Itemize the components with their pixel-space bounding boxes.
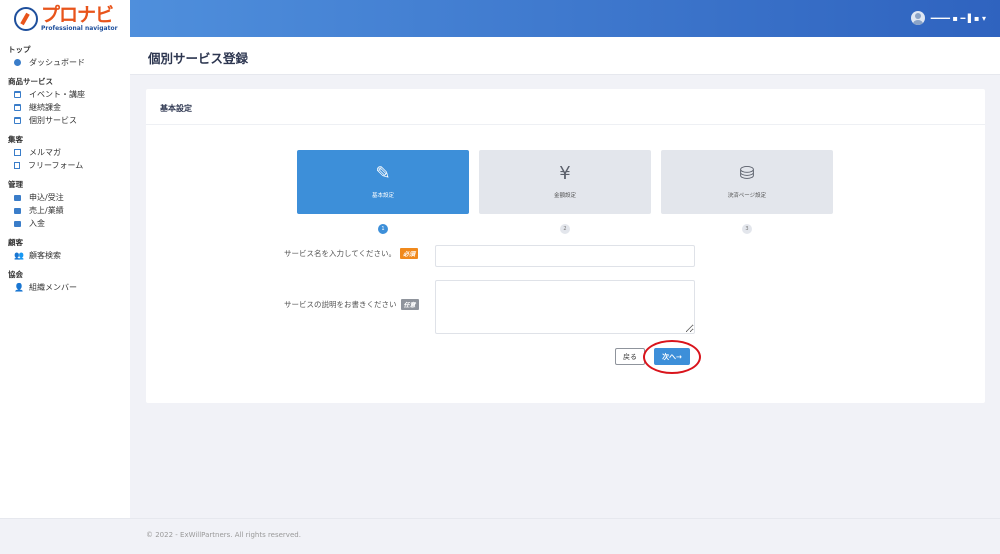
service-description-label: サービスの説明をお書きください 任意 <box>284 299 419 310</box>
sidebar-item-label: 入金 <box>29 219 45 228</box>
sidebar-item-members[interactable]: 👤 組織メンバー <box>0 281 130 294</box>
page-title: 個別サービス登録 <box>148 51 249 66</box>
edit-icon: ✎ <box>375 163 391 184</box>
nav-heading: トップ <box>8 45 31 54</box>
step-indicator-1: 1 <box>378 224 388 234</box>
step-label: 基本設定 <box>371 193 394 199</box>
sidebar-item-label: メルマガ <box>29 148 61 157</box>
sidebar-item-newsletter[interactable]: メルマガ <box>0 146 130 159</box>
users-icon: 👥 <box>14 251 24 260</box>
service-name-label: サービス名を入力してください。 必須 <box>284 248 419 259</box>
top-bar: ━━━━ ▪ ━ ▌▪ ▾ <box>130 0 1000 37</box>
user-menu[interactable]: ━━━━ ▪ ━ ▌▪ ▾ <box>910 11 986 25</box>
nav-heading: 管理 <box>8 180 23 189</box>
nav-section-management: 管理 申込/受注 売上/業績 入金 <box>0 179 130 230</box>
sidebar-item-events[interactable]: イベント・講座 <box>0 88 130 101</box>
briefcase-icon <box>14 194 21 201</box>
nav-heading: 集客 <box>8 135 23 144</box>
nav-section-customers: 顧客 👥 顧客検索 <box>0 237 130 262</box>
sidebar-footer-area <box>0 518 130 554</box>
step-indicator-2: 2 <box>560 224 570 234</box>
step-payment-page-settings[interactable]: ⛁ 決済ページ設定 <box>661 150 833 214</box>
step-basic-settings[interactable]: ✎ 基本設定 <box>297 150 469 214</box>
service-name-input[interactable] <box>435 245 695 267</box>
footer: © 2022 - ExWillPartners. All rights rese… <box>130 518 1000 554</box>
calendar-icon <box>14 117 21 124</box>
step-label: 金額設定 <box>553 193 576 199</box>
back-button[interactable]: 戻る <box>615 348 645 365</box>
nav-heading: 協会 <box>8 270 23 279</box>
sidebar-item-individual-service[interactable]: 個別サービス <box>0 114 130 127</box>
sidebar-item-sales[interactable]: 売上/業績 <box>0 204 130 217</box>
yen-icon: ¥ <box>559 163 571 184</box>
avatar-icon <box>910 11 925 25</box>
brand-tagline: Professional navigator <box>41 24 118 32</box>
calendar-icon <box>14 91 21 98</box>
calendar-icon <box>14 104 21 111</box>
compass-logo-icon <box>14 6 38 31</box>
sidebar-item-dashboard[interactable]: ダッシュボード <box>0 56 130 69</box>
sidebar-item-label: フリーフォーム <box>28 161 84 170</box>
sidebar-item-label: 売上/業績 <box>29 206 64 215</box>
briefcase-icon <box>14 207 21 214</box>
dashboard-icon <box>14 59 21 66</box>
sidebar-item-label: 個別サービス <box>29 116 77 125</box>
sidebar-item-label: 継続課金 <box>29 103 61 112</box>
title-bar: 個別サービス登録 <box>130 37 1000 75</box>
card-heading: 基本設定 <box>146 89 985 125</box>
sidebar-item-subscription[interactable]: 継続課金 <box>0 101 130 114</box>
nav-section-marketing: 集客 メルマガ フリーフォーム <box>0 134 130 172</box>
stamp-icon: ⛁ <box>739 163 755 184</box>
user-name: ━━━━ ▪ ━ ▌▪ ▾ <box>930 13 986 23</box>
sidebar-item-payments[interactable]: 入金 <box>0 217 130 230</box>
nav-section-association: 協会 👤 組織メンバー <box>0 269 130 294</box>
sidebar-item-orders[interactable]: 申込/受注 <box>0 191 130 204</box>
copyright-text: © 2022 - ExWillPartners. All rights rese… <box>146 531 301 539</box>
sidebar-item-label: ダッシュボード <box>29 58 85 67</box>
brand-name: プロナビ <box>41 3 114 26</box>
briefcase-icon <box>14 220 21 227</box>
required-badge: 必須 <box>400 248 419 259</box>
optional-badge: 任意 <box>400 299 419 310</box>
step-indicator-3: 3 <box>742 224 752 234</box>
user-icon: 👤 <box>14 283 24 292</box>
nav-section-top: トップ ダッシュボード <box>0 44 130 69</box>
service-description-textarea[interactable] <box>435 280 695 334</box>
sidebar: プロナビ Professional navigator トップ ダッシュボード … <box>0 0 130 518</box>
mail-icon <box>14 149 21 156</box>
step-price-settings[interactable]: ¥ 金額設定 <box>479 150 651 214</box>
sidebar-item-label: 組織メンバー <box>29 283 77 292</box>
nav-heading: 商品サービス <box>8 77 53 86</box>
sidebar-item-free-form[interactable]: フリーフォーム <box>0 159 130 172</box>
step-label: 決済ページ設定 <box>727 193 767 199</box>
nav-heading: 顧客 <box>8 238 23 247</box>
document-icon <box>14 162 20 169</box>
highlight-circle <box>643 340 701 374</box>
sidebar-item-label: 申込/受注 <box>29 193 64 202</box>
logo[interactable]: プロナビ Professional navigator <box>0 0 130 37</box>
form-card: 基本設定 ✎ 基本設定 ¥ 金額設定 ⛁ 決済ページ設定 1 2 3 サービス名… <box>146 89 985 403</box>
sidebar-item-label: イベント・講座 <box>29 90 85 99</box>
sidebar-item-customer-search[interactable]: 👥 顧客検索 <box>0 249 130 262</box>
nav-section-products: 商品サービス イベント・講座 継続課金 個別サービス <box>0 76 130 127</box>
sidebar-item-label: 顧客検索 <box>29 251 61 260</box>
